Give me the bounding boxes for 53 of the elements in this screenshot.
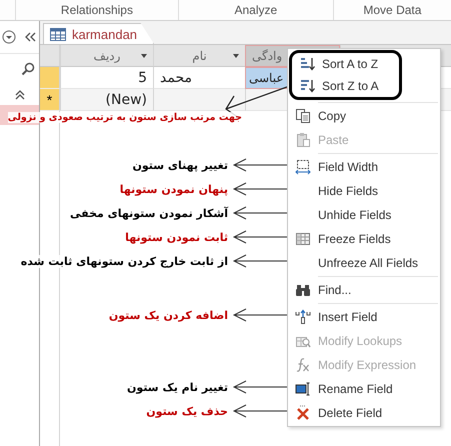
arrow: [232, 158, 287, 172]
menu-item[interactable]: Insert Field: [288, 305, 440, 329]
annotation-text: اضافه کردن یک ستون: [108, 308, 228, 322]
table-icon: [50, 28, 66, 40]
arrow: [232, 230, 287, 244]
record-selector[interactable]: *: [40, 89, 60, 111]
collapse-up-icon[interactable]: [15, 90, 25, 100]
menu-item[interactable]: Rename Field: [288, 377, 440, 401]
annotation-text: حذف یک ستون: [146, 404, 228, 418]
menu-item[interactable]: Hide Fields: [288, 179, 440, 203]
ribbon-group-label: Move Data: [363, 3, 422, 17]
column-header[interactable]: ردیف: [60, 45, 153, 67]
grid-icon: [295, 231, 311, 247]
dropdown-arrow-icon[interactable]: [233, 54, 239, 58]
annotation-text: پنهان نمودن ستونها: [120, 182, 228, 196]
menu-item[interactable]: Find...: [288, 278, 440, 302]
document-tab[interactable]: karmandan: [43, 23, 154, 44]
menu-item[interactable]: Copy: [288, 104, 440, 128]
menu-item[interactable]: Unfreeze All Fields: [288, 251, 440, 275]
ribbon-group-label: Relationships: [60, 3, 133, 17]
column-header[interactable]: نام: [153, 45, 245, 67]
annotation-text: جهت مرتب سازی ستون به ترتیب صعودی و نزولی: [8, 112, 242, 123]
sort-ascending-icon: [299, 56, 315, 72]
arrow: [232, 308, 287, 322]
search-icon[interactable]: [21, 62, 35, 76]
dropdown-circle-icon[interactable]: [2, 30, 16, 44]
copy-icon: [295, 108, 311, 124]
binoculars-icon: [295, 282, 311, 298]
field-width-icon: [295, 159, 311, 175]
annotation-text: از ثابت خارج کردن ستونهای ثابت شده: [20, 254, 228, 268]
arrow: [232, 254, 287, 268]
annotation-text: تغییر نام یک ستون: [127, 380, 228, 394]
annotation-text: آشکار نمودن ستونهای مخفی: [70, 206, 228, 220]
arrow: [232, 404, 287, 418]
delete-icon: [295, 405, 311, 421]
table-cell: (New): [60, 89, 153, 111]
annotation-text: تغییر پهنای ستون: [132, 158, 228, 172]
ribbon-group-label: Analyze: [234, 3, 278, 17]
insert-column-icon: [295, 309, 311, 325]
paste-icon: [295, 132, 311, 148]
dropdown-arrow-icon[interactable]: [141, 54, 147, 58]
arrow: [232, 380, 287, 394]
menu-item[interactable]: Unhide Fields: [288, 203, 440, 227]
menu-item[interactable]: Delete Field: [288, 401, 440, 425]
arrow: [232, 206, 287, 220]
annotation-text: ثابت نمودن ستونها: [125, 230, 228, 244]
function-icon: [295, 357, 311, 373]
sort-descending-icon: [299, 78, 315, 94]
menu-item[interactable]: Freeze Fields: [288, 227, 440, 251]
collapse-chevrons-icon[interactable]: [24, 32, 36, 42]
menu-item[interactable]: Field Width: [288, 155, 440, 179]
arrow: [232, 182, 287, 196]
rename-icon: [295, 381, 311, 397]
